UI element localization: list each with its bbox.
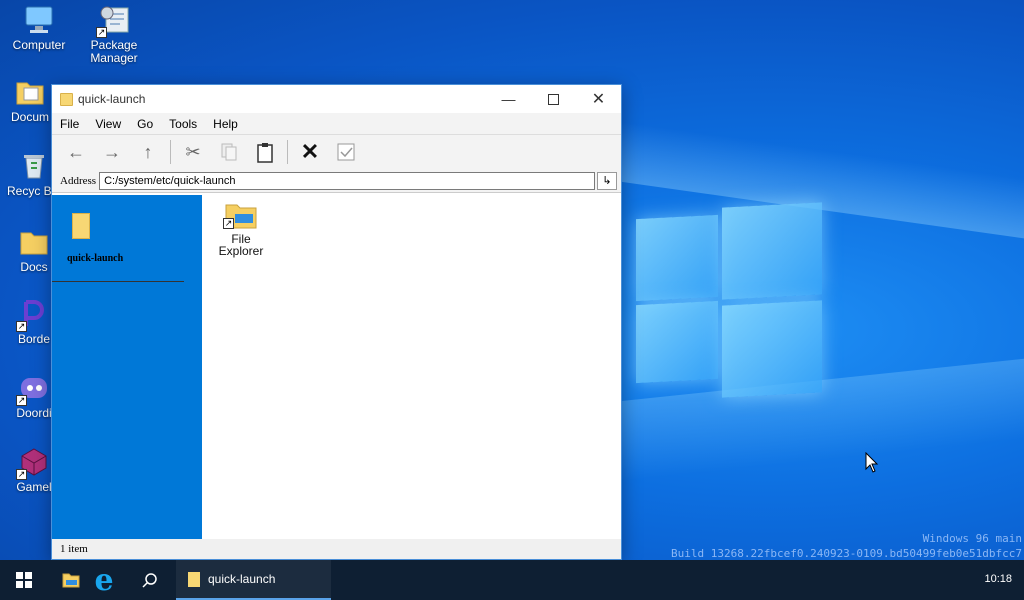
- back-button[interactable]: ←: [58, 137, 94, 167]
- menu-file[interactable]: File: [52, 117, 87, 131]
- gamel-app-icon: ↗: [16, 446, 50, 480]
- address-label: Address: [60, 174, 97, 187]
- menu-help[interactable]: Help: [205, 117, 246, 131]
- enter-arrow-icon: ↳: [602, 175, 612, 187]
- menu-bar: File View Go Tools Help: [52, 113, 621, 135]
- desktop-icon-computer[interactable]: Computer: [0, 4, 79, 52]
- paste-button[interactable]: [247, 137, 283, 167]
- file-explorer-icon: ↗: [223, 201, 257, 229]
- folder-icon: [188, 571, 200, 587]
- copy-button[interactable]: [211, 137, 247, 167]
- search-icon: [142, 573, 157, 588]
- side-panel-divider: [52, 281, 184, 282]
- scissors-icon: ✂: [185, 141, 201, 162]
- windows-logo-wallpaper: [636, 202, 826, 398]
- folder-icon: [60, 92, 73, 106]
- taskbar-app-quick-launch[interactable]: quick-launch: [176, 560, 331, 600]
- status-bar: 1 item: [52, 539, 621, 559]
- window-content: quick-launch ↗ File Explorer: [52, 195, 621, 539]
- delete-x-icon: ✕: [300, 139, 320, 164]
- explorer-window[interactable]: quick-launch — ✕ File View Go Tools Help…: [51, 84, 622, 560]
- window-titlebar[interactable]: quick-launch — ✕: [52, 85, 621, 113]
- copy-icon: [221, 143, 237, 161]
- side-panel: quick-launch: [52, 195, 202, 539]
- menu-tools[interactable]: Tools: [161, 117, 205, 131]
- computer-icon: [23, 4, 55, 36]
- taskbar-browser-pin[interactable]: e: [84, 560, 124, 600]
- taskbar-explorer-pin[interactable]: [58, 560, 84, 600]
- recycle-bin-icon: [18, 150, 50, 182]
- build-watermark-line1: Windows 96 main: [922, 532, 1022, 545]
- maximize-icon: [548, 93, 559, 105]
- arrow-up-icon: ↑: [143, 141, 153, 162]
- delete-button[interactable]: ✕: [292, 137, 328, 167]
- folder-icon: [14, 76, 46, 108]
- address-input[interactable]: [99, 171, 595, 190]
- toolbar-separator: [170, 140, 171, 164]
- taskbar-clock[interactable]: 10:18: [984, 573, 1012, 585]
- properties-button[interactable]: [328, 137, 364, 167]
- close-icon: ✕: [591, 91, 606, 108]
- cut-button[interactable]: ✂: [175, 137, 211, 167]
- minimize-button[interactable]: —: [486, 85, 531, 113]
- file-item-label: File Explorer: [218, 232, 264, 258]
- window-title: quick-launch: [78, 92, 146, 106]
- file-list[interactable]: ↗ File Explorer: [202, 195, 621, 539]
- arrow-left-icon: ←: [67, 141, 85, 162]
- folder-icon: [72, 213, 90, 239]
- internet-explorer-icon: e: [94, 562, 114, 598]
- start-button[interactable]: [0, 560, 48, 600]
- borde-app-icon: ↗: [16, 298, 50, 332]
- menu-view[interactable]: View: [87, 117, 129, 131]
- toolbar: ← → ↑ ✂ ✕: [52, 135, 621, 169]
- windows-start-icon: [16, 572, 32, 588]
- forward-button[interactable]: →: [94, 137, 130, 167]
- close-button[interactable]: ✕: [576, 85, 621, 113]
- address-bar: Address ↳: [52, 169, 621, 193]
- toolbar-separator: [287, 140, 288, 164]
- taskbar-app-label: quick-launch: [208, 572, 276, 586]
- taskbar: e quick-launch 10:18: [0, 560, 1024, 600]
- search-button[interactable]: [124, 560, 176, 600]
- mouse-cursor-icon: [865, 452, 879, 473]
- folder-icon: [18, 226, 50, 258]
- minimize-icon: —: [501, 91, 516, 107]
- clipboard-icon: [257, 143, 273, 163]
- doordi-app-icon: ↗: [16, 372, 50, 406]
- up-button[interactable]: ↑: [130, 137, 166, 167]
- menu-go[interactable]: Go: [129, 117, 161, 131]
- go-button[interactable]: ↳: [597, 171, 617, 190]
- arrow-right-icon: →: [103, 141, 121, 162]
- maximize-button[interactable]: [531, 85, 576, 113]
- side-panel-title: quick-launch: [67, 253, 124, 264]
- desktop-icon-package-manager[interactable]: ↗ Package Manager: [74, 4, 154, 65]
- file-item-file-explorer[interactable]: ↗ File Explorer: [214, 201, 268, 257]
- folder-icon: [62, 573, 80, 588]
- checkbox-icon: [337, 143, 355, 161]
- build-watermark-line2: Build 13268.22fbcef0.240923-0109.bd50499…: [671, 547, 1022, 560]
- package-manager-icon: ↗: [96, 4, 130, 38]
